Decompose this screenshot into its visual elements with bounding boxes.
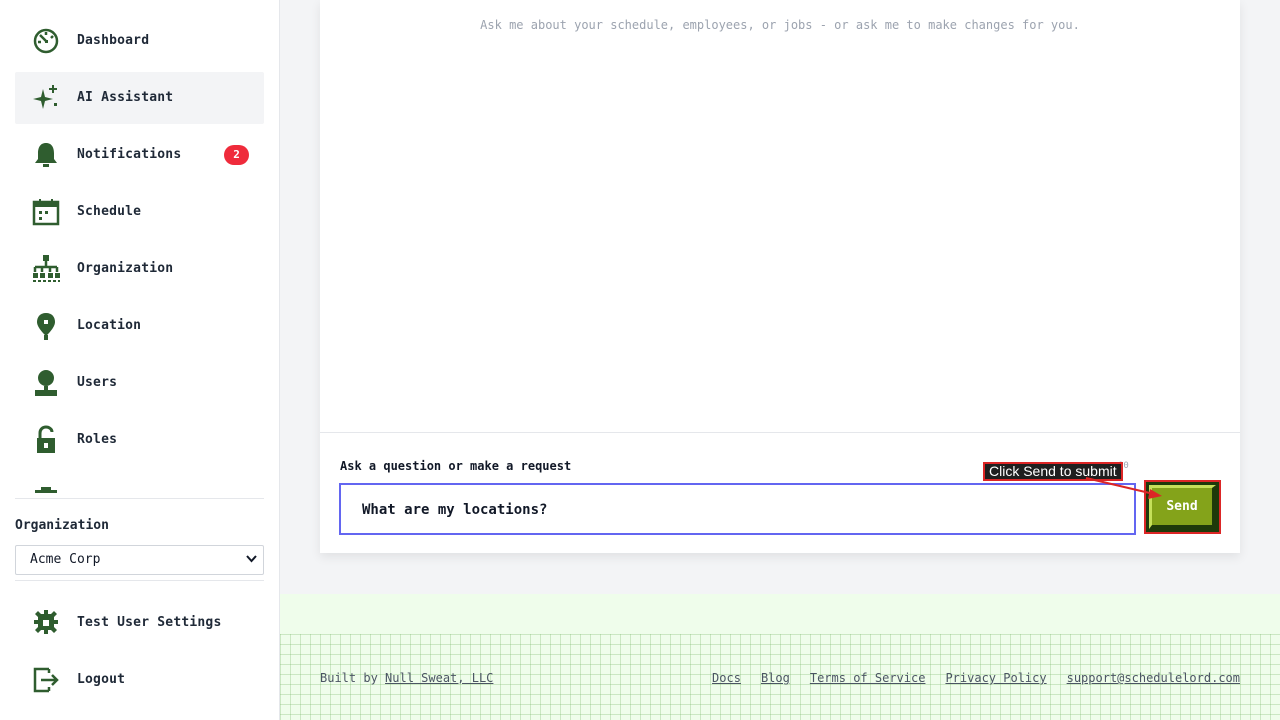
sidebar-nav[interactable]: Dashboard AI Assistant Notifications 2 S…: [15, 0, 264, 493]
chevron-down-icon: [246, 555, 257, 563]
sidebar-divider: [15, 498, 264, 499]
sidebar-item-ai-assistant[interactable]: AI Assistant: [15, 72, 264, 124]
prompt-label: Ask a question or make a request: [340, 459, 572, 473]
calendar-icon: [32, 199, 60, 226]
footer-credit-prefix: Built by: [320, 671, 378, 685]
sidebar-item-dashboard[interactable]: Dashboard: [15, 15, 264, 67]
logout-link[interactable]: Logout: [15, 654, 264, 706]
sidebar-item-organization[interactable]: Organization: [15, 243, 264, 295]
test-user-settings-link[interactable]: Test User Settings: [15, 597, 264, 649]
chat-input[interactable]: What are my locations?: [339, 483, 1136, 535]
sidebar-item-label: Location: [77, 318, 142, 333]
chat-panel: Ask me about your schedule, employees, o…: [320, 0, 1240, 553]
sidebar-item-label: Organization: [77, 261, 174, 276]
sidebar-item-label: AI Assistant: [77, 90, 174, 105]
test-user-settings-label: Test User Settings: [77, 615, 222, 630]
briefcase-icon: [35, 487, 57, 493]
footer-link-support-email[interactable]: support@schedulelord.com: [1067, 671, 1240, 685]
sidebar: Dashboard AI Assistant Notifications 2 S…: [0, 0, 280, 720]
footer-link-terms[interactable]: Terms of Service: [810, 671, 926, 685]
chat-input-value: What are my locations?: [362, 502, 548, 518]
footer-credit: Built by Null Sweat, LLC: [320, 671, 493, 685]
notification-count-badge: 2: [224, 145, 249, 165]
dashboard-icon: [33, 28, 59, 54]
footer-links: Docs Blog Terms of Service Privacy Polic…: [712, 671, 1240, 685]
sidebar-item-more[interactable]: [15, 471, 264, 493]
logout-label: Logout: [77, 672, 126, 687]
footer-link-privacy[interactable]: Privacy Policy: [945, 671, 1046, 685]
location-pin-icon: [37, 313, 55, 340]
logout-icon: [33, 667, 59, 693]
organization-label: Organization: [15, 518, 109, 533]
sidebar-item-schedule[interactable]: Schedule: [15, 186, 264, 238]
composer-divider: [320, 432, 1240, 433]
sidebar-item-users[interactable]: Users: [15, 357, 264, 409]
footer: Built by Null Sweat, LLC Docs Blog Terms…: [280, 594, 1280, 720]
sparkle-icon: [33, 85, 57, 109]
footer-link-docs[interactable]: Docs: [712, 671, 741, 685]
organization-select[interactable]: Acme Corp: [15, 545, 264, 575]
sidebar-item-label: Roles: [77, 432, 118, 447]
annotation-arrow-icon: [1085, 477, 1162, 499]
org-chart-icon: [33, 255, 60, 282]
sidebar-item-notifications[interactable]: Notifications 2: [15, 129, 264, 181]
user-icon: [35, 370, 57, 396]
chat-empty-hint: Ask me about your schedule, employees, o…: [480, 18, 1080, 32]
sidebar-item-label: Notifications: [77, 147, 182, 162]
lock-icon: [37, 425, 55, 453]
sidebar-item-label: Users: [77, 375, 118, 390]
sidebar-item-roles[interactable]: Roles: [15, 414, 264, 466]
sidebar-item-location[interactable]: Location: [15, 300, 264, 352]
organization-select-value: Acme Corp: [30, 552, 101, 567]
sidebar-divider: [15, 580, 264, 581]
bell-icon: [35, 143, 57, 167]
gear-icon: [34, 610, 58, 634]
footer-link-blog[interactable]: Blog: [761, 671, 790, 685]
sidebar-item-label: Dashboard: [77, 33, 150, 48]
sidebar-item-label: Schedule: [77, 204, 142, 219]
footer-company-link[interactable]: Null Sweat, LLC: [385, 671, 493, 685]
